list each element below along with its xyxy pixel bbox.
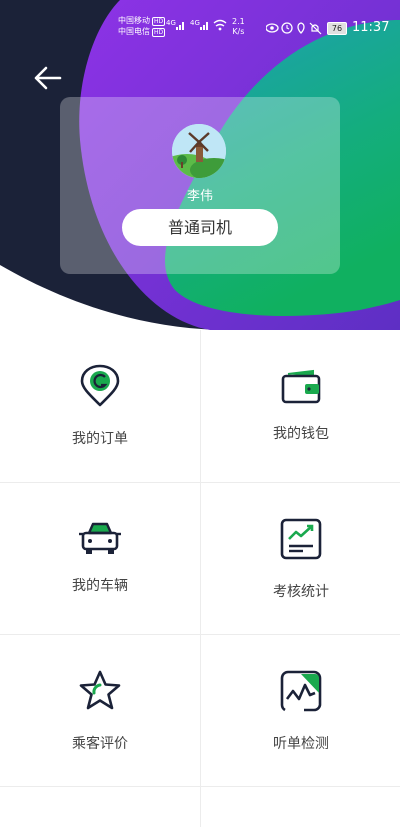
menu-item-statistics[interactable]: 考核统计	[200, 483, 400, 635]
menu-item-label: 考核统计	[273, 584, 329, 600]
menu-item-label: 我的钱包	[273, 426, 329, 442]
stats-chart-icon	[280, 518, 322, 560]
menu-item-order-detection[interactable]: 听单检测	[200, 635, 400, 787]
star-icon	[79, 670, 121, 710]
user-name: 李伟	[186, 189, 213, 204]
location-icon	[297, 22, 305, 34]
svg-text:4G: 4G	[190, 19, 200, 27]
avatar[interactable]	[172, 124, 226, 178]
battery-icon: 76	[327, 22, 347, 35]
mute-icon	[309, 22, 322, 35]
wifi-icon	[213, 19, 227, 31]
menu-item-label: 我的订单	[72, 431, 128, 447]
menu-item-next	[200, 787, 400, 827]
menu-item-ratings[interactable]: 乘客评价	[0, 635, 200, 787]
alarm-icon	[281, 22, 293, 34]
eye-icon	[266, 23, 279, 33]
signal-icon: 4G	[190, 19, 208, 30]
svg-text:4G: 4G	[166, 19, 176, 27]
menu-item-label: 乘客评价	[72, 736, 128, 752]
location-pin-icon	[80, 364, 120, 407]
carrier2-name: 中国电信	[118, 27, 150, 36]
carrier-info: 中国移动 HD 中国电信 HD	[118, 15, 166, 37]
menu-item-orders[interactable]: 我的订单	[0, 330, 200, 482]
net-speed: 2.1 K/s	[232, 17, 245, 37]
status-icons	[266, 22, 322, 35]
role-button[interactable]: 普通司机	[122, 209, 278, 246]
menu-item-label: 我的车辆	[72, 578, 128, 594]
carrier1-name: 中国移动	[118, 16, 150, 25]
menu-item-wallet[interactable]: 我的钱包	[200, 330, 400, 482]
car-icon	[79, 522, 121, 554]
arrow-left-icon[interactable]	[30, 60, 66, 96]
status-bar: 中国移动 HD 中国电信 HD 4G 4G 2.1 K/s 76 11:37	[0, 0, 400, 44]
menu-item-next	[0, 787, 200, 827]
wallet-icon	[281, 369, 321, 404]
hd-badge: HD	[152, 28, 166, 37]
net-speed-unit: K/s	[232, 27, 245, 36]
clock: 11:37	[352, 20, 390, 35]
menu-item-vehicle[interactable]: 我的车辆	[0, 483, 200, 635]
signal-check-icon	[280, 670, 322, 712]
menu-item-label: 听单检测	[273, 736, 329, 752]
profile-header: 中国移动 HD 中国电信 HD 4G 4G 2.1 K/s 76 11:37 李…	[0, 0, 400, 340]
hd-badge: HD	[152, 17, 166, 26]
windmill-landscape-avatar	[172, 124, 226, 178]
signal-icon: 4G	[166, 19, 184, 30]
net-speed-value: 2.1	[232, 17, 245, 26]
